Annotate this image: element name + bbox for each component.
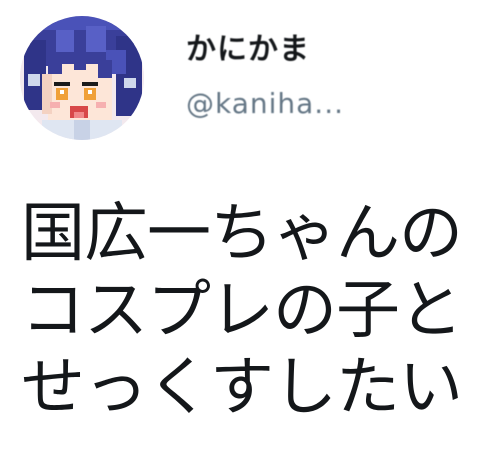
user-block: かにかま @kaniha... [186, 30, 344, 122]
avatar[interactable] [20, 16, 144, 140]
tweet-header: かにかま @kaniha... [20, 16, 480, 140]
avatar-image-icon [20, 16, 144, 140]
tweet-text: 国広一ちゃんの コスプレの子と せっくすしたい [21, 197, 463, 425]
user-handle[interactable]: @kaniha... [186, 86, 344, 122]
display-name[interactable]: かにかま [186, 30, 344, 70]
